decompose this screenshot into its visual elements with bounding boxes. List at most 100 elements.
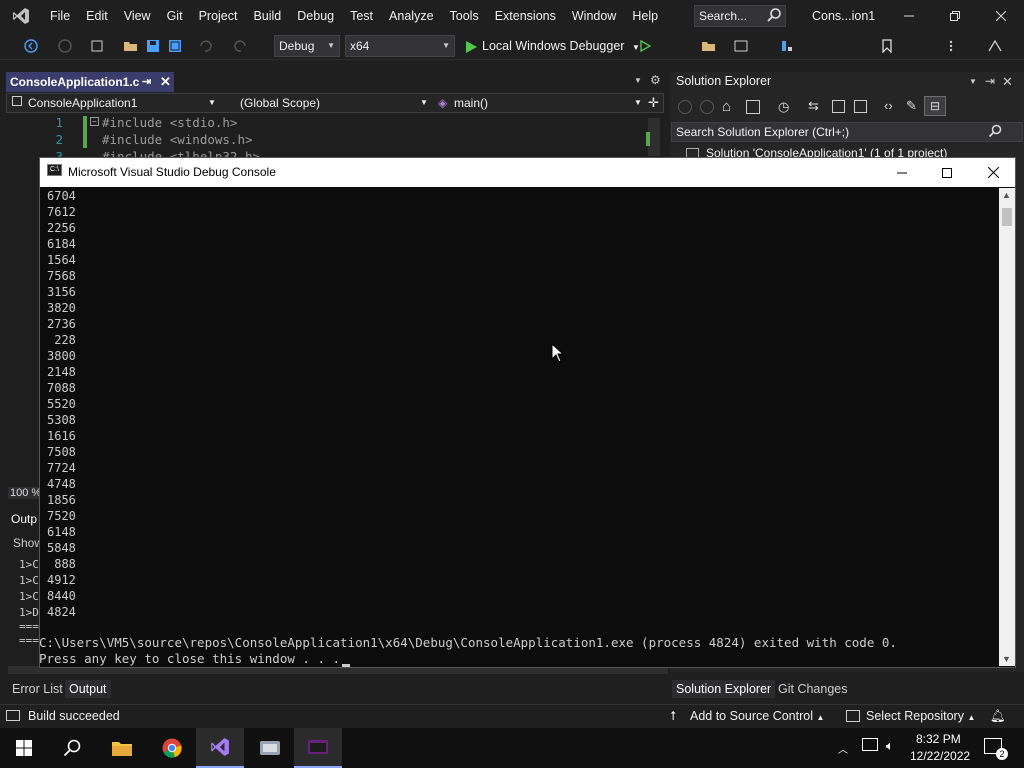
undo-icon[interactable] [196,37,214,55]
tab-error-list[interactable]: Error List [8,680,67,698]
scope-combo[interactable]: (Global Scope) [240,95,320,111]
save-icon[interactable] [144,37,162,55]
pin-icon[interactable]: ⇥ [142,72,151,92]
start-button[interactable] [0,728,48,768]
volume-icon[interactable]: 🔈︎ [886,738,894,754]
tab-list-chevron-icon[interactable]: ▼ [634,76,642,85]
menu-debug[interactable]: Debug [289,0,342,32]
code-view-icon[interactable]: ‹› [884,98,893,113]
menu-build[interactable]: Build [245,0,289,32]
tab-solution-explorer[interactable]: Solution Explorer [672,680,776,698]
switch-views-icon[interactable] [746,100,760,114]
bookmark-icon[interactable] [878,37,896,55]
start-debugging-button[interactable]: Local Windows Debugger ▼ [462,35,640,57]
arrow-up-icon: ⭡ [670,709,676,723]
settings-gear-icon[interactable]: ⚙ [650,73,661,87]
menu-file[interactable]: File [42,0,78,32]
properties-wrench-icon[interactable]: ✎ [906,98,917,114]
split-icon[interactable]: ✛ [648,95,659,111]
member-combo[interactable]: main() [454,95,488,111]
notification-bell-icon[interactable]: 🔔︎ [990,709,1006,724]
console-maximize-button[interactable] [924,158,970,187]
chevron-up-icon[interactable]: ︿ [838,741,848,756]
sync-icon[interactable]: ⇆ [808,98,819,114]
chevron-down-icon[interactable]: ▼ [969,77,977,86]
console-number-line: 888 [47,557,76,571]
console-scrollbar[interactable] [999,188,1015,666]
search-icon[interactable] [766,7,782,23]
app-icon[interactable] [246,728,294,768]
close-panel-icon[interactable]: ✕ [1002,74,1013,90]
menu-tools[interactable]: Tools [442,0,487,32]
show-all-files-icon[interactable] [854,100,867,113]
menu-project[interactable]: Project [191,0,246,32]
collapse-icon[interactable]: − [90,117,99,126]
tab-git-changes[interactable]: Git Changes [774,680,851,698]
console-close-button[interactable] [970,158,1016,187]
configuration-select[interactable]: Debug ▼ [274,35,340,57]
search-icon[interactable] [48,728,96,768]
toolbar-overflow-icon[interactable] [942,37,960,55]
add-to-source-control-button[interactable]: Add to Source Control ▲ [690,709,824,723]
menu-edit[interactable]: Edit [78,0,116,32]
project-combo[interactable]: ConsoleApplication1 [28,95,137,111]
layout-icon[interactable] [732,37,750,55]
history-icon[interactable]: ◷ [778,99,789,115]
close-button[interactable] [978,0,1024,32]
chevron-down-icon[interactable]: ▼ [208,95,216,111]
scroll-down-icon[interactable]: ▼ [1002,654,1011,664]
solution-explorer-search-input[interactable]: Search Solution Explorer (Ctrl+;) [671,122,1023,142]
debug-console-taskbar-icon[interactable] [294,728,342,768]
platform-select[interactable]: x64 ▼ [345,35,455,57]
menu-test[interactable]: Test [342,0,381,32]
console-number-line: 7612 [47,205,76,219]
restore-button[interactable] [932,0,978,32]
redo-icon[interactable] [232,37,250,55]
file-explorer-icon[interactable] [98,728,146,768]
console-minimize-button[interactable] [879,158,925,187]
live-share-icon[interactable] [986,37,1004,55]
forward-icon[interactable] [56,37,74,55]
select-repository-button[interactable]: Select Repository ▲ [866,709,975,723]
back-icon[interactable] [678,100,692,114]
collapse-all-icon[interactable] [832,100,845,113]
console-scroll-thumb[interactable] [1002,208,1012,226]
document-tab[interactable]: ConsoleApplication1.c ⇥ ✕ [6,72,174,92]
back-icon[interactable] [22,37,40,55]
minimize-button[interactable] [886,0,932,32]
start-without-debugging-icon[interactable] [636,37,654,55]
chevron-down-icon[interactable]: ▼ [420,95,428,111]
preview-selected-icon[interactable]: ⊟ [924,96,946,116]
menu-extensions[interactable]: Extensions [487,0,564,32]
visual-studio-logo-icon [0,0,42,32]
new-project-icon[interactable] [88,37,106,55]
pin-icon[interactable]: ⇥ [985,74,995,88]
scroll-up-icon[interactable]: ▲ [1002,190,1011,200]
output-line: === [19,620,39,633]
step-icon[interactable] [778,37,796,55]
clock-date[interactable]: 12/22/2022 [910,749,970,763]
chrome-icon[interactable] [148,728,196,768]
forward-icon[interactable] [700,100,714,114]
network-icon[interactable] [862,738,878,751]
home-icon[interactable]: ⌂ [722,98,731,115]
solution-folder-icon[interactable] [700,37,718,55]
tab-output[interactable]: Output [65,680,111,698]
menu-view[interactable]: View [116,0,159,32]
clock-time[interactable]: 8:32 PM [916,732,961,746]
chevron-down-icon[interactable]: ▼ [634,95,642,111]
menu-git[interactable]: Git [159,0,191,32]
console-number-line: 2148 [47,365,76,379]
visual-studio-taskbar-icon[interactable] [196,728,244,768]
menu-window[interactable]: Window [564,0,624,32]
configuration-value: Debug [279,39,315,53]
menu-help[interactable]: Help [624,0,666,32]
close-tab-icon[interactable]: ✕ [160,72,171,92]
console-number-line: 6704 [47,189,76,203]
open-folder-icon[interactable] [122,37,140,55]
code-line: #include <stdio.h> [102,115,238,130]
zoom-level[interactable]: 100 % [8,487,44,499]
menu-analyze[interactable]: Analyze [381,0,441,32]
save-all-icon[interactable] [166,37,184,55]
search-icon[interactable] [988,124,1002,141]
